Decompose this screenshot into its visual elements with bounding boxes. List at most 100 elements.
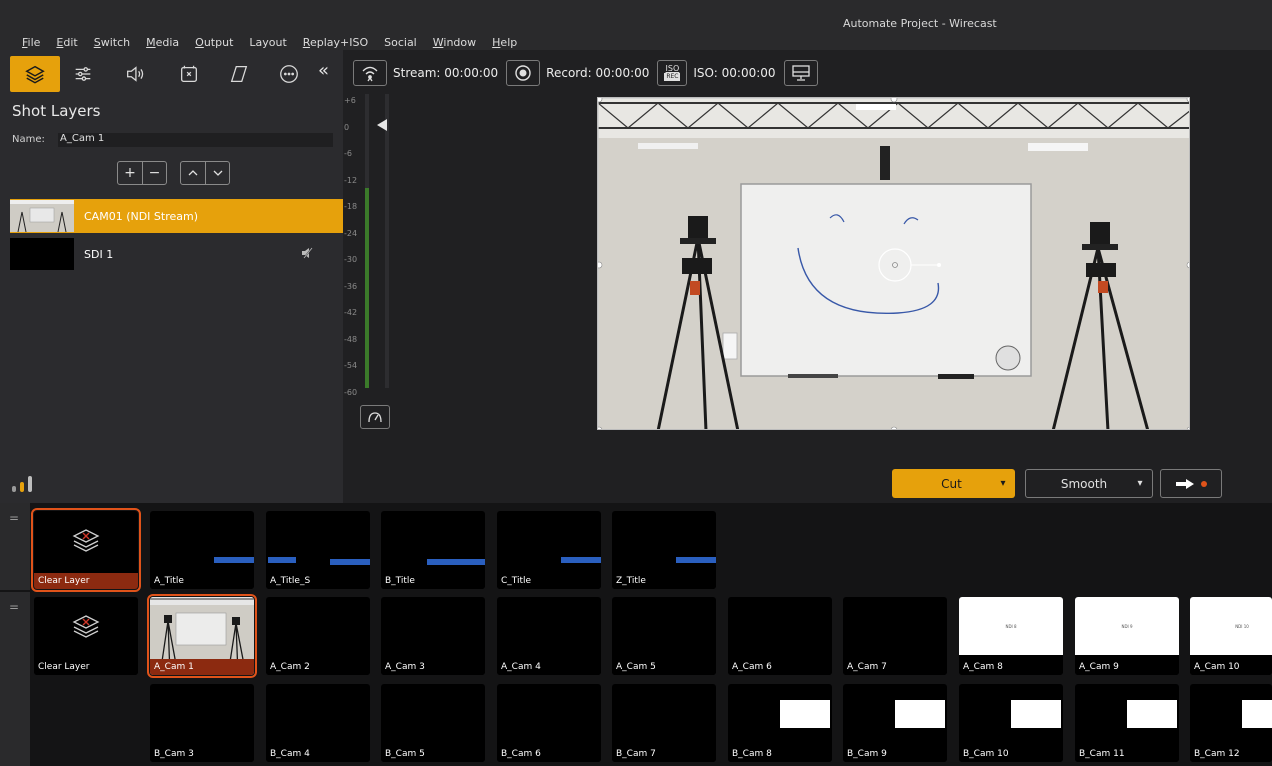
ndi-placeholder: NDI 9: [1075, 597, 1179, 655]
iso-record-button[interactable]: ISO REC: [657, 60, 688, 86]
menu-item-replay-iso[interactable]: Replay+ISO: [303, 36, 368, 49]
output-monitor-button[interactable]: [783, 60, 818, 86]
shot-c-title[interactable]: C_Title: [497, 511, 601, 589]
move-down-button[interactable]: [205, 162, 229, 184]
smooth-dropdown-caret[interactable]: ▾: [1128, 478, 1152, 489]
shot-a-title-s[interactable]: A_Title_S: [266, 511, 370, 589]
shot-b-cam-7[interactable]: B_Cam 7: [612, 684, 716, 762]
move-up-button[interactable]: [181, 162, 205, 184]
audio-icon: [127, 66, 144, 82]
menu-item-file[interactable]: File: [22, 36, 40, 49]
menu-item-output[interactable]: Output: [195, 36, 233, 49]
menu-item-edit[interactable]: Edit: [56, 36, 77, 49]
audio-level-indicator: [12, 476, 32, 492]
ndi-placeholder: NDI 8: [959, 597, 1063, 655]
stream-button[interactable]: [353, 60, 387, 86]
stream-timer: Stream: 00:00:00: [393, 66, 499, 80]
menu-item-social[interactable]: Social: [384, 36, 417, 49]
shot-name-field[interactable]: A_Cam 1: [58, 133, 333, 147]
reorder-group: [180, 161, 230, 185]
shot-a-title[interactable]: A_Title: [150, 511, 254, 589]
ndi-placeholder-label: NDI 10: [1235, 623, 1249, 629]
lower-third-graphic: [330, 559, 370, 565]
menu-item-media[interactable]: Media: [146, 36, 179, 49]
menu-item-window[interactable]: Window: [433, 36, 476, 49]
muted-speaker-icon[interactable]: [301, 247, 315, 262]
shot-a-cam-8[interactable]: NDI 8 A_Cam 8: [959, 597, 1063, 675]
shot-z-title[interactable]: Z_Title: [612, 511, 716, 589]
shot-label: A_Cam 3: [381, 659, 485, 675]
remove-layer-button[interactable]: −: [142, 162, 166, 184]
shot-b-cam-9[interactable]: B_Cam 9: [843, 684, 947, 762]
cut-dropdown-caret[interactable]: ▾: [991, 478, 1015, 489]
shot-b-cam-8[interactable]: B_Cam 8: [728, 684, 832, 762]
go-live-button[interactable]: [1160, 469, 1222, 498]
shot-a-cam-4[interactable]: A_Cam 4: [497, 597, 601, 675]
shot-clear-layer[interactable]: Clear Layer: [34, 597, 138, 675]
record-icon: [515, 65, 531, 81]
shot-label: B_Cam 8: [728, 746, 832, 762]
shot-b-cam-12[interactable]: B_Cam 12: [1190, 684, 1272, 762]
shot-b-cam-10[interactable]: B_Cam 10: [959, 684, 1063, 762]
iso-badge-top: ISO: [665, 64, 680, 73]
meter-tick-label: -54: [344, 361, 358, 370]
shot-a-cam-10[interactable]: NDI 10 A_Cam 10: [1190, 597, 1272, 675]
layer-item-sdi1[interactable]: SDI 1: [10, 237, 343, 271]
ndi-placeholder: [895, 700, 945, 728]
shot-a-cam-2[interactable]: A_Cam 2: [266, 597, 370, 675]
shot-a-cam-3[interactable]: A_Cam 3: [381, 597, 485, 675]
gain-slider-handle[interactable]: [377, 119, 387, 131]
meter-tick-label: -60: [344, 387, 358, 397]
shot-label: C_Title: [497, 573, 601, 589]
menu-item-help[interactable]: Help: [492, 36, 517, 49]
properties-tab-button[interactable]: [58, 56, 108, 92]
shot-a-cam-1[interactable]: A_Cam 1: [147, 594, 257, 678]
meter-tick-label: -48: [344, 334, 358, 344]
lower-third-graphic: [214, 557, 254, 563]
shot-label: B_Cam 9: [843, 746, 947, 762]
collapse-panel-button[interactable]: «: [318, 60, 329, 81]
cut-transition-button[interactable]: Cut ▾: [892, 469, 1015, 498]
meter-tick-label: -30: [344, 255, 358, 264]
shot-b-cam-5[interactable]: B_Cam 5: [381, 684, 485, 762]
shot-a-cam-9[interactable]: NDI 9 A_Cam 9: [1075, 597, 1179, 675]
add-layer-button[interactable]: +: [118, 162, 142, 184]
row-handle-1[interactable]: =: [0, 503, 30, 590]
shot-label: A_Title: [150, 573, 254, 589]
shot-a-cam-6[interactable]: A_Cam 6: [728, 597, 832, 675]
audio-tab-button[interactable]: [110, 56, 160, 92]
auto-live-dot-icon: [1201, 480, 1207, 487]
more-tab-button[interactable]: [264, 56, 314, 92]
shot-a-cam-5[interactable]: A_Cam 5: [612, 597, 716, 675]
effects-tab-button[interactable]: [164, 56, 214, 92]
ndi-placeholder: [780, 700, 830, 728]
smooth-transition-button[interactable]: Smooth ▾: [1025, 469, 1153, 498]
shot-label: B_Cam 6: [497, 746, 601, 762]
record-button[interactable]: [506, 60, 541, 86]
layer-thumbnail: [10, 238, 74, 270]
shot-b-title[interactable]: B_Title: [381, 511, 485, 589]
menu-item-switch[interactable]: Switch: [94, 36, 130, 49]
shot-clear-layer[interactable]: Clear Layer: [31, 508, 141, 592]
meter-tick-label: -42: [344, 308, 358, 317]
layers-icon: [25, 65, 45, 84]
preview-monitor[interactable]: [597, 97, 1190, 430]
shot-label: B_Cam 12: [1190, 746, 1272, 762]
layers-tab-button[interactable]: [10, 56, 60, 92]
shot-b-cam-6[interactable]: B_Cam 6: [497, 684, 601, 762]
shot-b-cam-4[interactable]: B_Cam 4: [266, 684, 370, 762]
layer-item-cam01[interactable]: CAM01 (NDI Stream): [10, 199, 343, 233]
transform-tab-button[interactable]: [214, 56, 264, 92]
monitor-icon: [791, 65, 810, 81]
meter-reset-button[interactable]: [360, 405, 390, 429]
row-handle-2[interactable]: =: [0, 592, 30, 766]
menu-item-layout[interactable]: Layout: [249, 36, 286, 49]
meter-tick-label: -6: [344, 149, 352, 158]
shot-b-cam-3[interactable]: B_Cam 3: [150, 684, 254, 762]
ndi-placeholder: [1242, 700, 1272, 728]
meter-tick-label: -18: [344, 202, 358, 211]
shot-a-cam-7[interactable]: A_Cam 7: [843, 597, 947, 675]
shot-b-cam-11[interactable]: B_Cam 11: [1075, 684, 1179, 762]
shot-label: B_Cam 3: [150, 746, 254, 762]
panel-title: Shot Layers: [12, 102, 101, 120]
